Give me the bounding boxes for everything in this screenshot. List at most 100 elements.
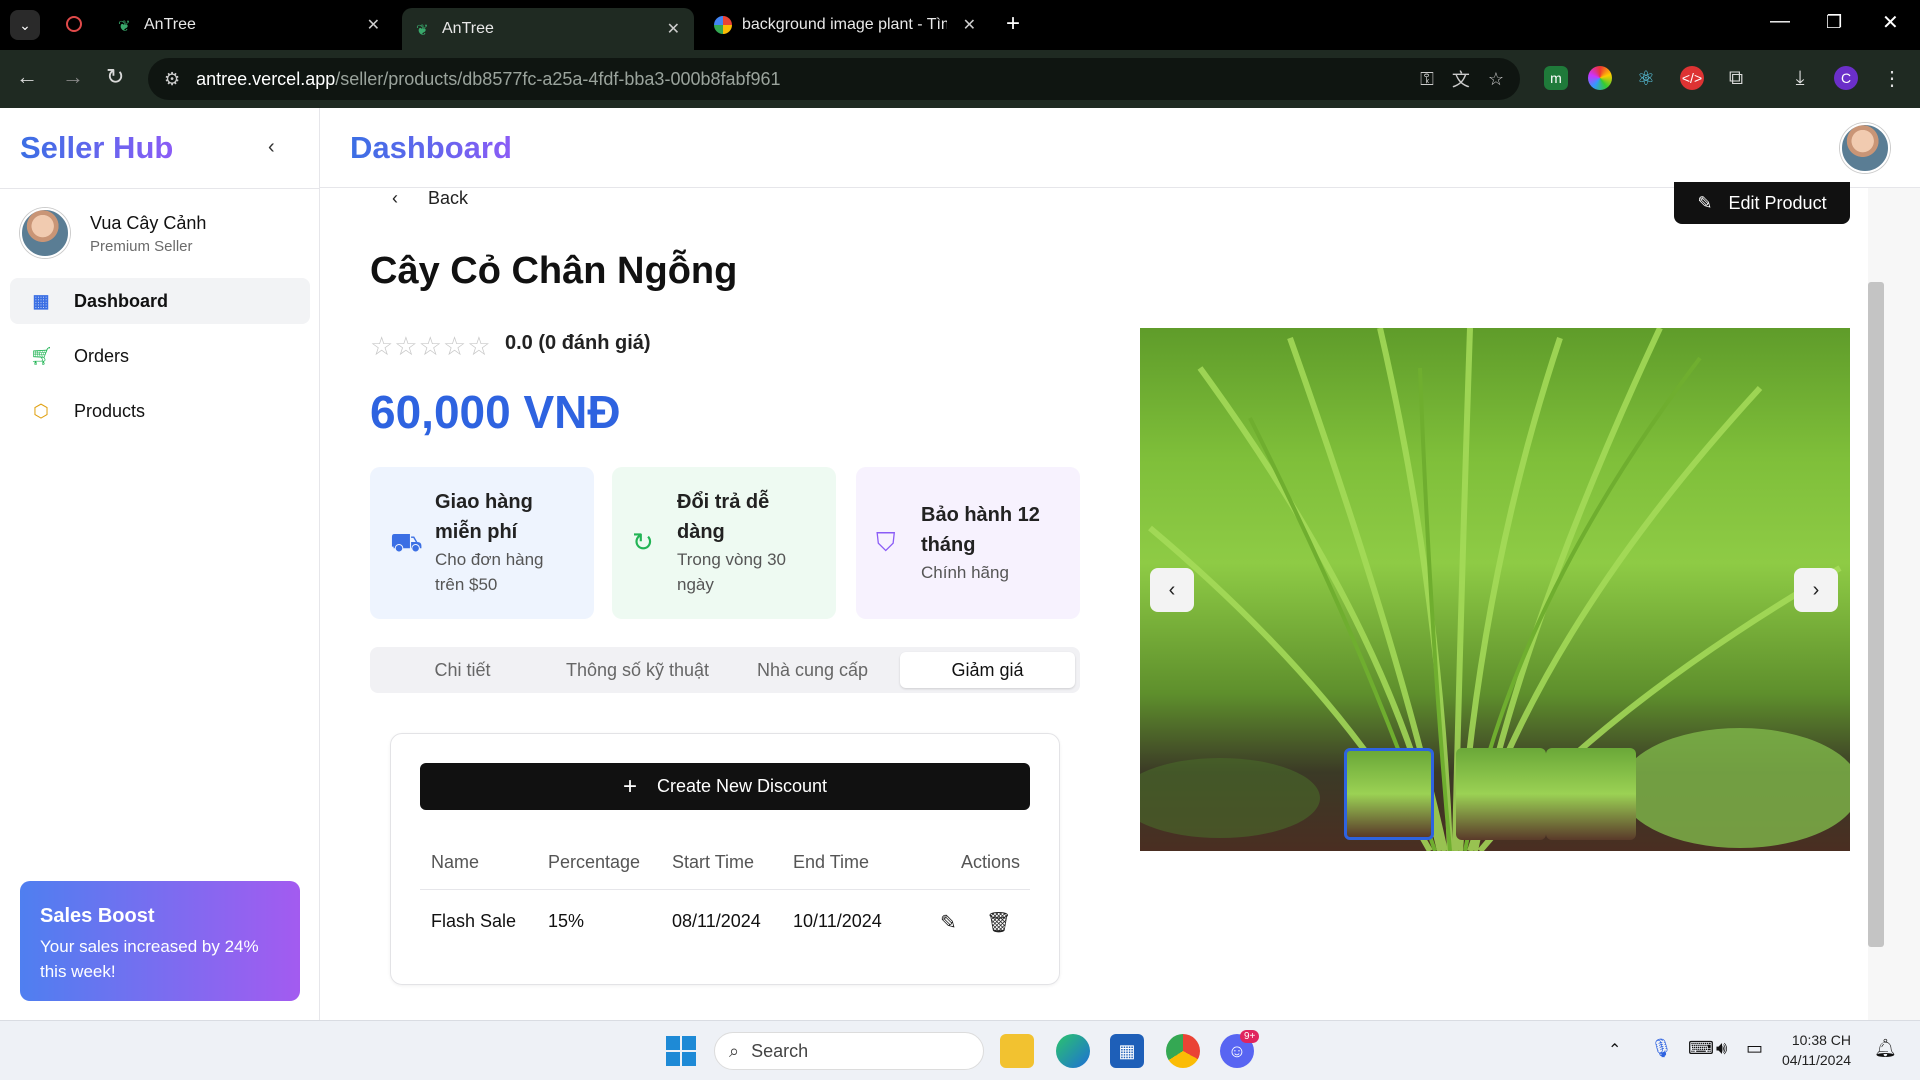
gallery-thumbnail-2[interactable]	[1456, 748, 1546, 840]
windows-start-icon[interactable]	[666, 1036, 696, 1066]
close-window-button[interactable]: ✕	[1882, 10, 1899, 35]
gallery-next-button[interactable]: ›	[1794, 568, 1838, 612]
url-host: antree.vercel.app	[196, 68, 336, 89]
close-icon[interactable]: ✕	[367, 15, 380, 35]
sidebar-item-products[interactable]: ⬡ Products	[10, 388, 310, 434]
user-name: Vua Cây Cảnh	[90, 213, 207, 233]
discount-percentage: 15%	[548, 911, 585, 931]
profile-avatar[interactable]: C	[1834, 66, 1858, 90]
refresh-icon: ↻	[632, 527, 654, 557]
user-role: Premium Seller	[90, 238, 193, 255]
close-icon[interactable]: ✕	[667, 19, 680, 39]
discount-start: 08/11/2024	[672, 911, 761, 931]
tab-antree-2[interactable]: ❦ AnTree ✕	[402, 8, 694, 50]
box-icon: ⬡	[33, 400, 49, 421]
sales-boost-card: Sales Boost Your sales increased by 24% …	[20, 881, 300, 1001]
url-path: /seller/products/db8577fc-a25a-4fdf-bba3…	[335, 68, 781, 89]
sidebar-item-label: Products	[74, 400, 146, 421]
minimize-button[interactable]: —	[1770, 10, 1790, 33]
forward-arrow-icon[interactable]: →	[62, 64, 84, 90]
tab-antree-1[interactable]: ❦ AnTree ✕	[104, 8, 394, 42]
google-icon	[714, 16, 732, 34]
gallery-prev-button[interactable]: ‹	[1150, 568, 1194, 612]
tab-details[interactable]: Chi tiết	[375, 652, 550, 688]
back-arrow-icon[interactable]: ←	[16, 64, 38, 90]
gallery-thumbnail-3[interactable]	[1546, 748, 1636, 840]
feature-free-shipping: ⛟ Giao hàng miễn phí Cho đơn hàng trên $…	[370, 467, 594, 619]
table-divider	[420, 889, 1030, 890]
edit-discount-icon[interactable]: ✎	[940, 910, 957, 935]
network-icon[interactable]: ⌨	[1688, 1038, 1714, 1059]
site-settings-icon[interactable]: ⚙	[164, 69, 180, 90]
user-avatar	[20, 208, 70, 258]
record-icon[interactable]	[66, 16, 82, 32]
sidebar-item-orders[interactable]: 🛒︎ Orders	[10, 333, 310, 379]
create-discount-button[interactable]: + Create New Discount	[420, 763, 1030, 810]
discount-name: Flash Sale	[431, 911, 517, 931]
column-header-percentage: Percentage	[548, 852, 641, 872]
volume-icon[interactable]: 🔊︎	[1716, 1038, 1727, 1059]
translate-icon[interactable]: 文	[1452, 66, 1470, 92]
tab-specifications[interactable]: Thông số kỹ thuật	[550, 652, 725, 688]
sidebar-item-dashboard[interactable]: ▦ Dashboard	[10, 278, 310, 324]
restore-button[interactable]: ❐	[1826, 12, 1842, 33]
store-icon[interactable]: ▦	[1110, 1034, 1144, 1068]
header-avatar[interactable]	[1840, 123, 1890, 173]
discount-end: 10/11/2024	[793, 911, 882, 931]
search-placeholder: Search	[751, 1040, 809, 1061]
create-discount-label: Create New Discount	[656, 776, 828, 796]
browser-menu-icon[interactable]: ⋮	[1880, 66, 1904, 90]
extension-color-icon[interactable]	[1588, 66, 1612, 90]
chrome-icon[interactable]	[1166, 1034, 1200, 1068]
search-icon: ⌕	[729, 1040, 740, 1061]
browser-tab-bar: ⌄ ❦ AnTree ✕ ❦ AnTree ✕ background image…	[0, 0, 1920, 50]
gallery-thumbnail-1[interactable]	[1344, 748, 1434, 840]
system-clock[interactable]: 10:38 CH 04/11/2024	[1782, 1030, 1851, 1070]
reload-icon[interactable]: ↻	[106, 64, 124, 90]
download-icon[interactable]: ⤓	[1788, 66, 1812, 90]
tab-discounts[interactable]: Giảm giá	[900, 652, 1075, 688]
tab-list-dropdown[interactable]: ⌄	[10, 10, 40, 40]
delete-discount-icon[interactable]: 🗑︎	[986, 910, 1011, 935]
notification-badge: 9+	[1240, 1030, 1260, 1043]
shield-icon: ⛉	[876, 527, 896, 557]
column-header-name: Name	[431, 852, 480, 872]
taskbar-search[interactable]: ⌕ Search	[714, 1032, 984, 1070]
edit-product-button[interactable]: ✎ Edit Product	[1674, 182, 1850, 224]
collapse-sidebar-icon[interactable]: ‹	[268, 136, 275, 159]
close-icon[interactable]: ✕	[963, 15, 976, 35]
extension-m-icon[interactable]: m	[1544, 66, 1568, 90]
edge-icon[interactable]	[1056, 1034, 1090, 1068]
back-link[interactable]: ‹ Back	[392, 188, 468, 209]
extension-code-icon[interactable]: </>	[1680, 66, 1704, 90]
feature-easy-return: ↻ Đổi trả dễ dàng Trong vòng 30 ngày	[612, 467, 836, 619]
product-name: Cây Cỏ Chân Ngỗng	[370, 250, 738, 292]
password-key-icon[interactable]: ⚿	[1420, 69, 1434, 90]
microphone-icon[interactable]: 🎙︎	[1650, 1038, 1673, 1059]
brand-title: Seller Hub	[20, 130, 174, 165]
notification-bell-icon[interactable]: 🔔︎	[1874, 1038, 1897, 1059]
bookmark-star-icon[interactable]: ☆	[1488, 69, 1504, 90]
page-title: Dashboard	[350, 130, 512, 165]
tab-title: AnTree	[442, 20, 494, 37]
tab-supplier[interactable]: Nhà cung cấp	[725, 652, 900, 688]
scrollbar-thumb[interactable]	[1868, 282, 1884, 947]
extensions-puzzle-icon[interactable]: ⧉	[1724, 66, 1748, 90]
battery-icon[interactable]: ▭	[1746, 1038, 1763, 1059]
column-header-end-time: End Time	[793, 852, 870, 872]
sidebar: Seller Hub ‹ Vua Cây Cảnh Premium Seller…	[0, 108, 320, 1020]
address-bar[interactable]: ⚙ antree.vercel.app /seller/products/db8…	[148, 58, 1520, 100]
cart-icon: 🛒︎	[30, 345, 53, 366]
tab-google-search[interactable]: background image plant - Tìm t ✕	[700, 8, 990, 42]
new-tab-button[interactable]: +	[1006, 10, 1020, 38]
feature-desc: Trong vòng 30 ngày	[677, 550, 786, 594]
sidebar-item-label: Dashboard	[74, 290, 169, 311]
file-explorer-icon[interactable]	[1000, 1034, 1034, 1068]
react-devtools-icon[interactable]: ⚛	[1634, 66, 1658, 90]
edit-icon: ✎	[1697, 192, 1713, 213]
product-tabs: Chi tiết Thông số kỹ thuật Nhà cung cấp …	[370, 647, 1080, 693]
sales-boost-title: Sales Boost	[40, 905, 155, 927]
feature-desc: Chính hãng	[921, 563, 1009, 582]
sidebar-item-label: Orders	[74, 345, 130, 366]
tray-chevron-icon[interactable]: ⌃	[1608, 1040, 1621, 1060]
